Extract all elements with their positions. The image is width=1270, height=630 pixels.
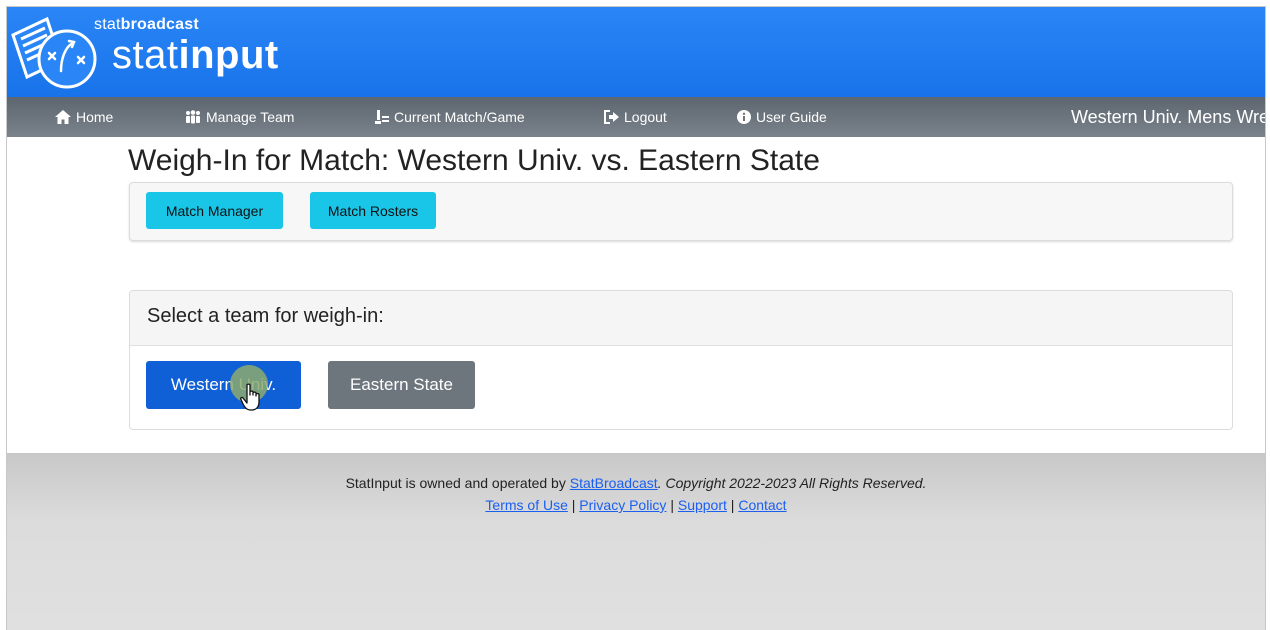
- nav-user-guide[interactable]: User Guide: [737, 97, 827, 137]
- nav-manage-team-label: Manage Team: [206, 109, 295, 125]
- footer-separator: |: [726, 497, 739, 513]
- select-team-heading: Select a team for weigh-in:: [147, 305, 384, 327]
- header-banner: statbroadcast statinput: [7, 7, 1265, 97]
- app-window: statbroadcast statinput Home Manage Team…: [7, 7, 1265, 630]
- page-title: Weigh-In for Match: Western Univ. vs. Ea…: [128, 144, 820, 177]
- terms-of-use-link[interactable]: Terms of Use: [485, 497, 567, 513]
- nav-manage-team[interactable]: Manage Team: [185, 97, 294, 137]
- nav-home-label: Home: [76, 109, 114, 125]
- nav-current-match-label: Current Match/Game: [394, 109, 525, 125]
- match-toolbar-card: Match Manager Match Rosters: [129, 182, 1233, 241]
- select-team-card: Select a team for weigh-in: Western Univ…: [129, 290, 1233, 430]
- footer-copyright-text: . Copyright 2022-2023 All Rights Reserve…: [657, 475, 927, 491]
- match-manager-button[interactable]: Match Manager: [146, 192, 283, 229]
- footer-separator: |: [567, 497, 580, 513]
- clipboard-play-logo-icon: [11, 16, 97, 89]
- nav-user-guide-label: User Guide: [756, 109, 827, 125]
- team-name-display[interactable]: Western Univ. Mens Wre: [1071, 97, 1265, 137]
- contact-link[interactable]: Contact: [738, 497, 786, 513]
- statinput-wordmark[interactable]: statinput: [112, 31, 279, 79]
- logout-icon: [604, 110, 619, 124]
- nav-current-match[interactable]: Current Match/Game: [375, 97, 525, 137]
- footer-separator: |: [666, 497, 678, 513]
- eastern-state-button[interactable]: Eastern State: [328, 361, 475, 409]
- hand-pointer-icon: [240, 383, 260, 411]
- home-icon: [55, 110, 71, 124]
- footer-owned-text: StatInput is owned and operated by: [345, 475, 570, 491]
- nav-logout-label: Logout: [624, 109, 667, 125]
- privacy-policy-link[interactable]: Privacy Policy: [579, 497, 666, 513]
- statbroadcast-link[interactable]: StatBroadcast: [570, 475, 658, 491]
- footer: StatInput is owned and operated by StatB…: [7, 453, 1265, 630]
- nav-logout[interactable]: Logout: [604, 97, 667, 137]
- footer-copyright-line: StatInput is owned and operated by StatB…: [7, 475, 1265, 491]
- western-univ-button[interactable]: Western Univ.: [146, 361, 301, 409]
- support-link[interactable]: Support: [678, 497, 727, 513]
- nav-home[interactable]: Home: [55, 97, 113, 137]
- select-team-card-header: Select a team for weigh-in:: [130, 291, 1232, 346]
- match-icon: [375, 110, 389, 124]
- match-rosters-button[interactable]: Match Rosters: [310, 192, 436, 229]
- users-icon: [186, 110, 200, 124]
- info-icon: [737, 110, 751, 124]
- footer-links-line: Terms of Use | Privacy Policy | Support …: [7, 497, 1265, 513]
- main-nav: Home Manage Team Current Match/Game Logo…: [7, 97, 1265, 137]
